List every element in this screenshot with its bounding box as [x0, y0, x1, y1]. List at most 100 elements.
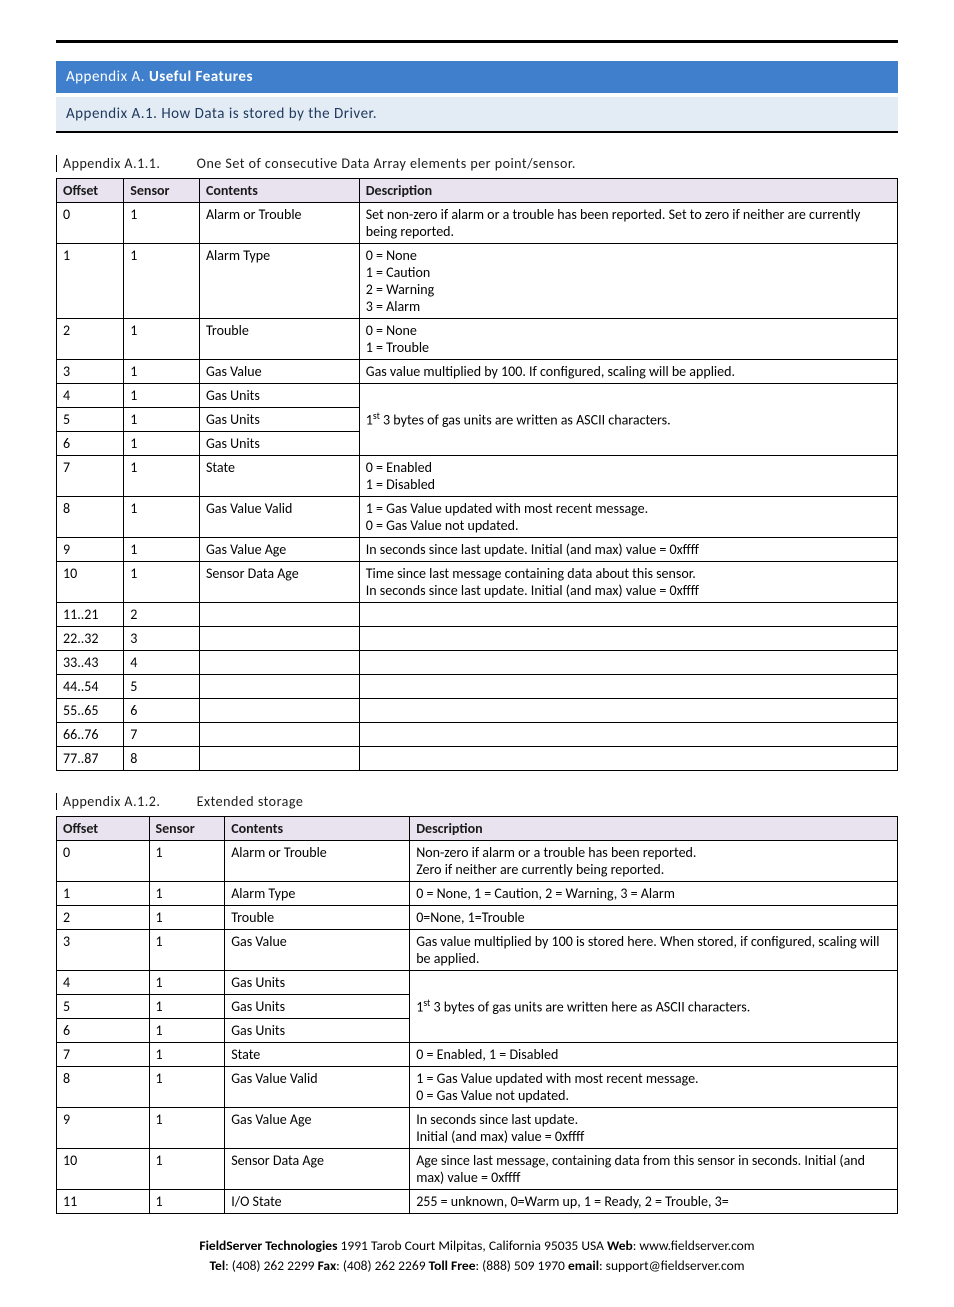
- table-row: 66..767: [57, 723, 898, 747]
- table-cell: 1: [149, 1067, 225, 1108]
- table-cell: [199, 699, 359, 723]
- table-cell: 1: [149, 971, 225, 995]
- table-cell: In seconds since last update.Initial (an…: [410, 1108, 898, 1149]
- table-cell: Non-zero if alarm or a trouble has been …: [410, 841, 898, 882]
- table-row: 81Gas Value Valid1 = Gas Value updated w…: [57, 1067, 898, 1108]
- footer-company: FieldServer Technologies: [199, 1237, 337, 1254]
- table-row: 11..212: [57, 603, 898, 627]
- table-cell: 3: [57, 360, 124, 384]
- section-text: One Set of consecutive Data Array elemen…: [197, 155, 576, 172]
- table-cell: [199, 675, 359, 699]
- table-row: 41Gas Units1st 3 bytes of gas units are …: [57, 384, 898, 408]
- footer-email: : support@fieldserver.com: [599, 1257, 744, 1274]
- footer-tollfree-label: Toll Free: [429, 1257, 476, 1274]
- table-row: 01Alarm or TroubleNon-zero if alarm or a…: [57, 841, 898, 882]
- table-cell: Gas Value Valid: [225, 1067, 410, 1108]
- table-cell: Trouble: [199, 319, 359, 360]
- table-cell: 1: [124, 384, 200, 408]
- table-cell: 4: [57, 384, 124, 408]
- table-cell: [199, 603, 359, 627]
- table-cell: Gas Value Age: [225, 1108, 410, 1149]
- table-cell: [199, 723, 359, 747]
- table-row: 31Gas ValueGas value multiplied by 100. …: [57, 360, 898, 384]
- table-cell: 4: [124, 651, 200, 675]
- table-cell: Alarm Type: [199, 244, 359, 319]
- table-cell: [359, 747, 897, 771]
- table-header: Contents: [225, 817, 410, 841]
- table-header: Description: [410, 817, 898, 841]
- table-cell: 4: [57, 971, 150, 995]
- table-a12: OffsetSensorContentsDescription01Alarm o…: [56, 816, 898, 1214]
- table-cell: Alarm or Trouble: [225, 841, 410, 882]
- table-cell: [359, 675, 897, 699]
- table-cell: Sensor Data Age: [225, 1149, 410, 1190]
- table-cell: 10: [57, 1149, 150, 1190]
- table-row: 33..434: [57, 651, 898, 675]
- table-cell: Gas Units: [225, 971, 410, 995]
- table-cell: Gas Units: [199, 432, 359, 456]
- table-cell: 1: [149, 1043, 225, 1067]
- appendix-a-banner: Appendix A. Useful Features: [56, 61, 898, 93]
- table-row: 21Trouble0=None, 1=Trouble: [57, 906, 898, 930]
- table-cell: [359, 627, 897, 651]
- table-cell: I/O State: [225, 1190, 410, 1214]
- table-cell: 3: [124, 627, 200, 651]
- table-cell: Alarm Type: [225, 882, 410, 906]
- table-cell: 66..76: [57, 723, 124, 747]
- table-cell: 8: [124, 747, 200, 771]
- footer-tel: : (408) 262 2299: [225, 1257, 317, 1274]
- footer-email-label: email: [568, 1257, 599, 1274]
- table-cell: 10: [57, 562, 124, 603]
- document-page: Appendix A. Useful Features Appendix A.1…: [0, 0, 954, 1307]
- table-cell: 1: [149, 1190, 225, 1214]
- table-cell: Age since last message, containing data …: [410, 1149, 898, 1190]
- footer-web-label: Web: [607, 1237, 633, 1254]
- table-cell: Gas Units: [225, 1019, 410, 1043]
- table-cell: 1: [124, 456, 200, 497]
- table-cell: [359, 699, 897, 723]
- table-cell: [199, 651, 359, 675]
- table-cell: 1: [124, 244, 200, 319]
- table-row: 111I/O State255 = unknown, 0=Warm up, 1 …: [57, 1190, 898, 1214]
- table-cell: Gas Units: [199, 408, 359, 432]
- table-cell: 2: [57, 906, 150, 930]
- table-row: 11Alarm Type0 = None1 = Caution2 = Warni…: [57, 244, 898, 319]
- table-cell: 1: [124, 408, 200, 432]
- table-row: 71State0 = Enabled, 1 = Disabled: [57, 1043, 898, 1067]
- section-num: Appendix A.1.2.: [63, 793, 193, 810]
- table-row: 101Sensor Data AgeTime since last messag…: [57, 562, 898, 603]
- table-cell: 255 = unknown, 0=Warm up, 1 = Ready, 2 =…: [410, 1190, 898, 1214]
- table-cell: 0 = Enabled, 1 = Disabled: [410, 1043, 898, 1067]
- footer-fax-label: Fax: [318, 1257, 337, 1274]
- table-cell: 1: [124, 538, 200, 562]
- table-cell: Set non-zero if alarm or a trouble has b…: [359, 203, 897, 244]
- table-row: 01Alarm or TroubleSet non-zero if alarm …: [57, 203, 898, 244]
- table-cell: 6: [57, 1019, 150, 1043]
- table-cell: Sensor Data Age: [199, 562, 359, 603]
- table-a11: OffsetSensorContentsDescription01Alarm o…: [56, 178, 898, 771]
- table-row: 101Sensor Data AgeAge since last message…: [57, 1149, 898, 1190]
- table-header: Sensor: [124, 179, 200, 203]
- table-cell: 1: [57, 882, 150, 906]
- table-cell: 0=None, 1=Trouble: [410, 906, 898, 930]
- table-row: 91Gas Value AgeIn seconds since last upd…: [57, 1108, 898, 1149]
- table-cell: 7: [57, 456, 124, 497]
- table-cell: 9: [57, 538, 124, 562]
- table-header: Offset: [57, 179, 124, 203]
- table-cell: 6: [57, 432, 124, 456]
- table-cell: 1: [149, 1149, 225, 1190]
- table-header: Offset: [57, 817, 150, 841]
- table-cell: 8: [57, 497, 124, 538]
- footer-fax: : (408) 262 2269: [336, 1257, 428, 1274]
- table-cell: 1: [124, 497, 200, 538]
- footer-tel-label: Tel: [210, 1257, 226, 1274]
- table-cell: 1: [124, 203, 200, 244]
- table-cell: 0 = None1 = Caution2 = Warning3 = Alarm: [359, 244, 897, 319]
- table-row: 55..656: [57, 699, 898, 723]
- table-cell: 6: [124, 699, 200, 723]
- table-cell: 5: [57, 408, 124, 432]
- table-row: 44..545: [57, 675, 898, 699]
- table-header: Contents: [199, 179, 359, 203]
- table-cell: [199, 747, 359, 771]
- table-header: Sensor: [149, 817, 225, 841]
